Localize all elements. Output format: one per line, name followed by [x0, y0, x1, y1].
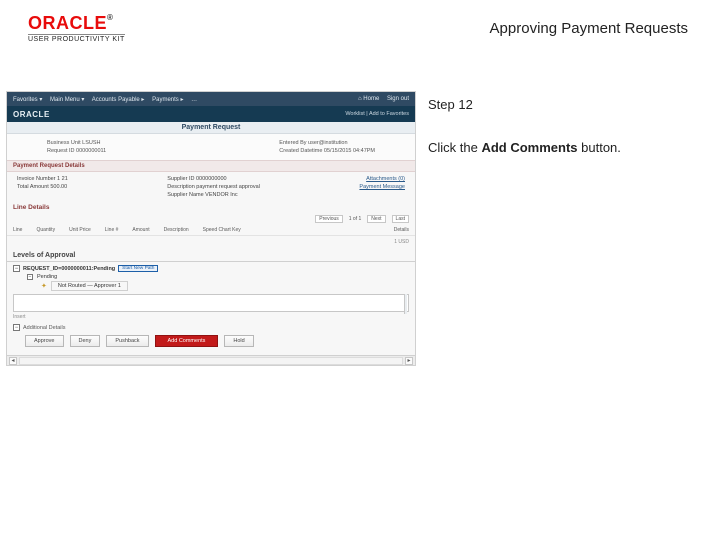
section-payment-request-details: Payment Request Details: [7, 160, 415, 172]
nav-crumb: …: [191, 97, 197, 103]
meta-field: Created Datetime 05/15/2015 04:47PM: [279, 148, 375, 154]
meta-field: Business Unit LSUSH: [47, 140, 106, 146]
prb-field: Supplier ID 0000000000: [167, 176, 260, 182]
prb-field: Supplier Name VENDOR Inc: [167, 192, 260, 198]
col-head: Line #: [105, 227, 119, 233]
pager-prev[interactable]: Previous: [315, 215, 342, 223]
approval-tree: − REQUEST_ID=0000000011:Pending Start Ne…: [7, 262, 415, 291]
prb-field: Description payment request approval: [167, 184, 260, 190]
tree-pending-node: Pending: [37, 274, 57, 280]
section-levels-of-approval: Levels of Approval: [7, 248, 415, 262]
action-bar: Approve Deny Pushback Add Comments Hold: [7, 331, 415, 355]
pager-next[interactable]: Next: [367, 215, 385, 223]
app-subcrumb: Worklist | Add to Favorites: [345, 111, 409, 117]
step-label: Step 12: [428, 97, 708, 112]
nav-home[interactable]: ⌂ Home: [358, 96, 379, 102]
horizontal-scrollbar[interactable]: ◂ ▸: [7, 355, 415, 365]
nav-crumb: Payments ▸: [152, 97, 183, 103]
pushback-button[interactable]: Pushback: [106, 335, 148, 347]
doc-title: Approving Payment Requests: [490, 20, 688, 37]
col-head: Details: [394, 227, 409, 233]
line-pager: Previous 1 of 1 Next Last: [7, 213, 415, 225]
star-icon: ✦: [41, 282, 47, 290]
oracle-logo-block: ORACLE® USER PRODUCTIVITY KIT: [28, 14, 125, 43]
section-line-details: Line Details: [7, 202, 415, 213]
prb-field: Total Amount 500.00: [17, 184, 68, 190]
col-head: Quantity: [36, 227, 55, 233]
oracle-logo: ORACLE®: [28, 14, 125, 32]
line-columns: Line Quantity Unit Price Line # Amount D…: [7, 225, 415, 236]
ss-topbar: Favorites ▾ Main Menu ▾ Accounts Payable…: [7, 92, 415, 106]
tree-toggle-icon[interactable]: −: [13, 265, 20, 272]
nav-main-menu[interactable]: Main Menu ▾: [50, 97, 84, 103]
scroll-track[interactable]: [19, 357, 403, 365]
meta-field: Entered By user@institution: [279, 140, 375, 146]
approve-button[interactable]: Approve: [25, 335, 64, 347]
hold-button[interactable]: Hold: [224, 335, 253, 347]
col-head: Unit Price: [69, 227, 91, 233]
ss-subbar: ORACLE Worklist | Add to Favorites: [7, 106, 415, 122]
comment-textarea[interactable]: [13, 294, 409, 312]
pager-last[interactable]: Last: [392, 215, 409, 223]
tree-request-node: REQUEST_ID=0000000011:Pending: [23, 266, 115, 272]
meta-block: Business Unit LSUSH Request ID 000000001…: [7, 134, 415, 160]
col-head: Amount: [132, 227, 149, 233]
payment-request-body: Invoice Number 1 21 Total Amount 500.00 …: [7, 172, 415, 202]
instruction-panel: Step 12 Click the Add Comments button.: [416, 91, 720, 155]
nav-crumb: Accounts Payable ▸: [92, 97, 145, 103]
line-row: 1 USD: [7, 236, 415, 248]
start-new-path-button[interactable]: Start New Path: [118, 265, 158, 272]
col-head: Description: [164, 227, 189, 233]
add-comments-button[interactable]: Add Comments: [155, 335, 219, 347]
embedded-screenshot: Favorites ▾ Main Menu ▾ Accounts Payable…: [6, 91, 416, 366]
attachments-link[interactable]: Attachments (0): [359, 176, 405, 182]
tree-toggle-icon[interactable]: −: [27, 274, 33, 280]
app-brand: ORACLE: [13, 110, 50, 119]
deny-button[interactable]: Deny: [70, 335, 101, 347]
col-head: Speed Chart Key: [203, 227, 241, 233]
meta-field: Request ID 0000000011: [47, 148, 106, 154]
expand-icon: −: [13, 324, 20, 331]
pager-count: 1 of 1: [349, 216, 362, 222]
col-head: Line: [13, 227, 22, 233]
nav-favorites[interactable]: Favorites ▾: [13, 97, 42, 103]
additional-details-toggle[interactable]: − Additional Details: [7, 322, 415, 331]
page-title: Payment Request: [7, 122, 415, 134]
scroll-right-icon[interactable]: ▸: [405, 357, 413, 365]
approver-box: Not Routed — Approver 1: [51, 281, 128, 291]
upk-subtitle: USER PRODUCTIVITY KIT: [28, 34, 125, 43]
instruction-text: Click the Add Comments button.: [428, 140, 708, 155]
nav-signout[interactable]: Sign out: [387, 96, 409, 102]
payment-message-link[interactable]: Payment Message: [359, 184, 405, 190]
prb-field: Invoice Number 1 21: [17, 176, 68, 182]
ghost-text: Insert: [7, 312, 415, 322]
scroll-left-icon[interactable]: ◂: [9, 357, 17, 365]
